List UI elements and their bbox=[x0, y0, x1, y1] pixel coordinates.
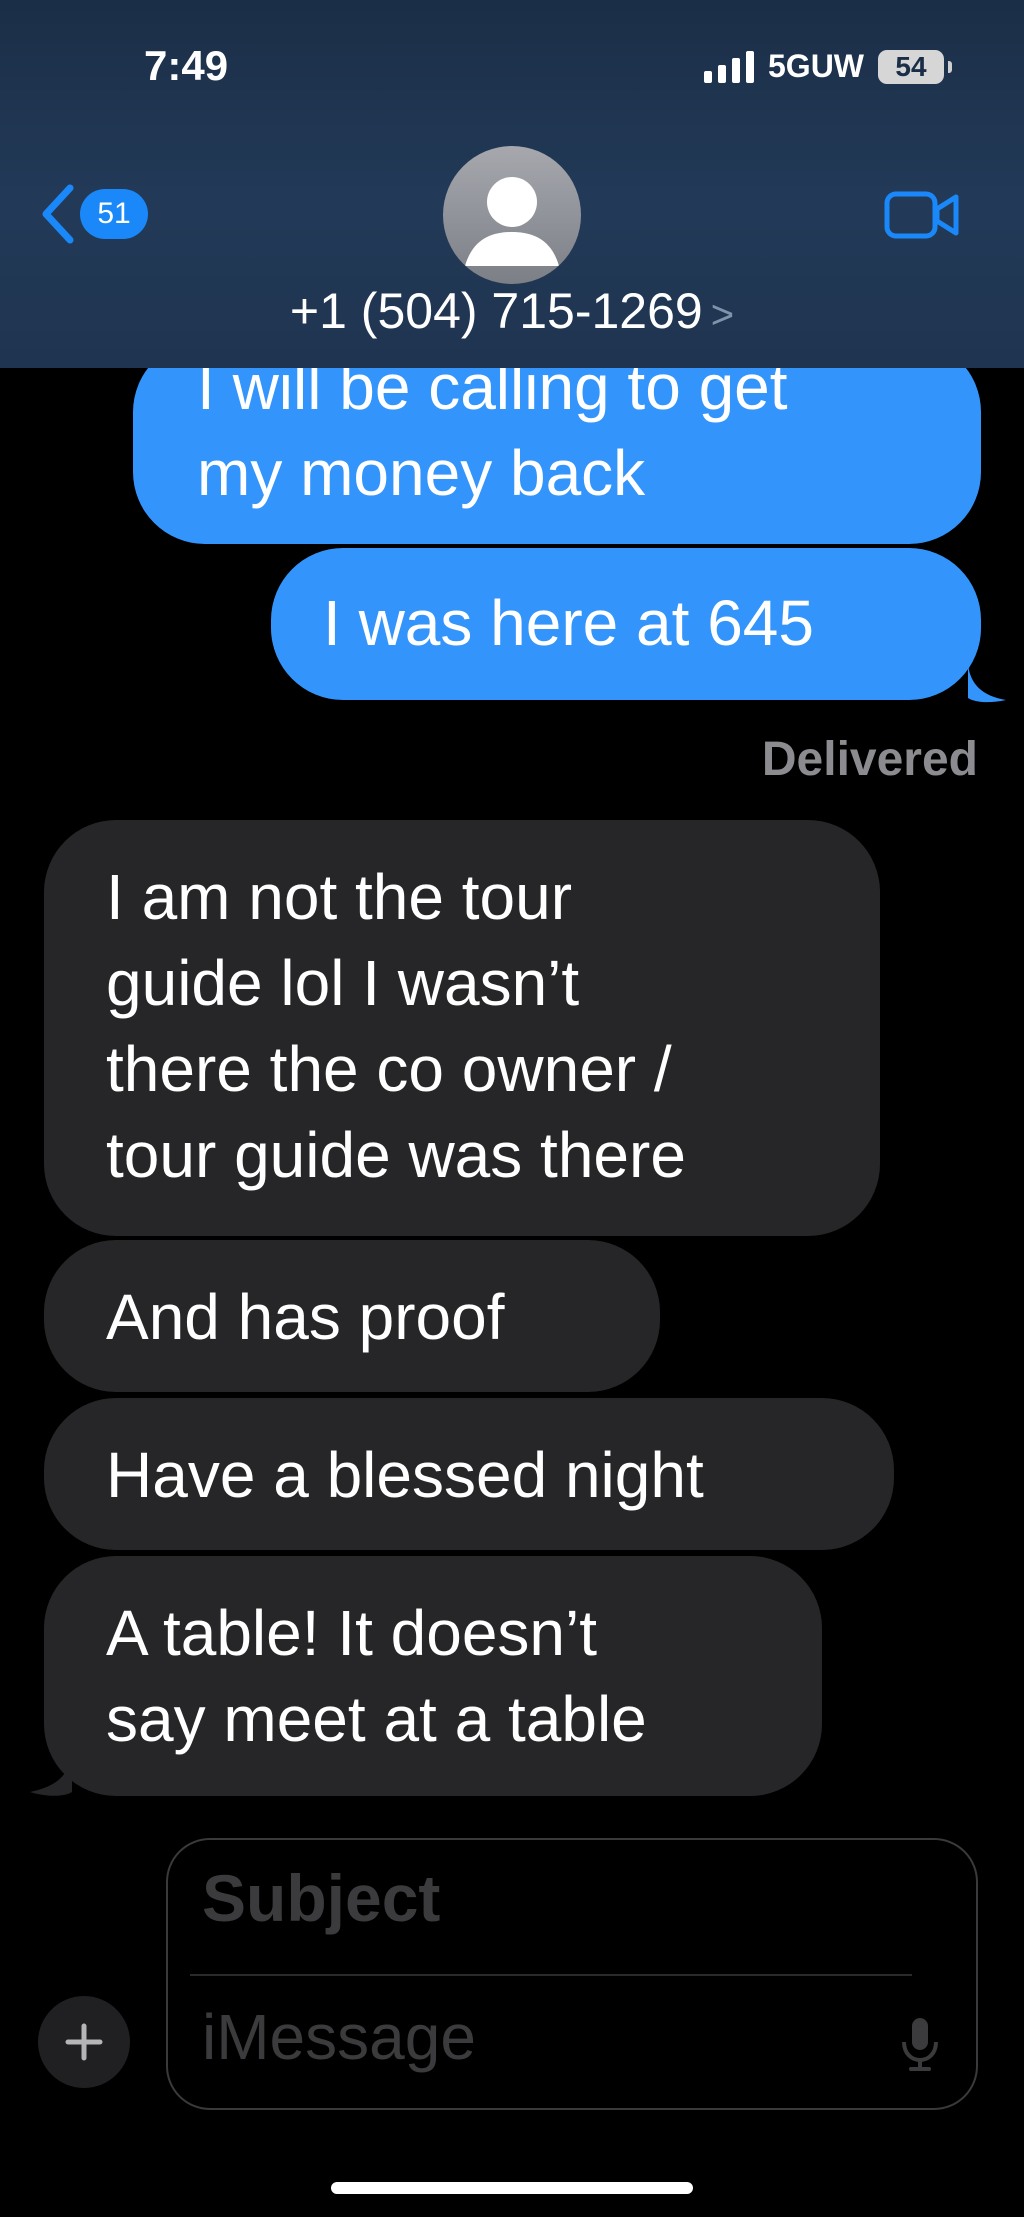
subject-field[interactable]: Subject bbox=[202, 1860, 440, 1936]
message-bubble-incoming[interactable]: A table! It doesn’t say meet at a table bbox=[44, 1556, 822, 1796]
dictation-button[interactable] bbox=[900, 2016, 940, 2077]
battery-level: 54 bbox=[895, 50, 927, 82]
message-line: say meet at a table bbox=[106, 1683, 647, 1755]
message-bubble-incoming[interactable]: Have a blessed night bbox=[44, 1398, 894, 1550]
delivery-status: Delivered bbox=[761, 733, 978, 786]
video-camera-icon bbox=[884, 191, 959, 239]
contact-name: +1 (504) 715-1269 bbox=[289, 283, 703, 339]
message-line: Have a blessed night bbox=[106, 1439, 704, 1511]
battery-icon: 54 bbox=[878, 49, 952, 84]
message-line: And has proof bbox=[106, 1281, 505, 1353]
conversation-header: 7:49 5GUW 54 51 +1 (504) 715-1269 > bbox=[0, 0, 1024, 368]
composer-divider bbox=[190, 1974, 912, 1976]
microphone-icon bbox=[902, 2018, 938, 2071]
status-indicators: 5GUW 54 bbox=[704, 48, 952, 85]
back-chevron-icon bbox=[42, 184, 74, 244]
message-line: I was here at 645 bbox=[323, 587, 814, 659]
status-time: 7:49 bbox=[144, 42, 229, 89]
message-line: A table! It doesn’t bbox=[106, 1597, 597, 1669]
signal-icon bbox=[704, 50, 754, 83]
home-indicator[interactable] bbox=[331, 2182, 693, 2194]
facetime-video-button[interactable] bbox=[884, 190, 960, 245]
back-button[interactable]: 51 bbox=[40, 184, 148, 244]
message-bubble-outgoing[interactable]: I will be calling to get my money back bbox=[133, 340, 981, 544]
contact-name-button[interactable]: +1 (504) 715-1269 > bbox=[0, 282, 1024, 340]
avatar[interactable] bbox=[443, 146, 581, 284]
message-line: my money back bbox=[197, 437, 646, 509]
plus-icon bbox=[65, 2023, 103, 2061]
message-line: tour guide was there bbox=[106, 1119, 686, 1191]
unread-count-badge: 51 bbox=[80, 189, 148, 239]
message-bubble-incoming[interactable]: And has proof bbox=[44, 1240, 660, 1392]
message-line: guide lol I wasn’t bbox=[106, 947, 580, 1019]
person-icon bbox=[465, 177, 559, 266]
message-bubble-outgoing[interactable]: I was here at 645 bbox=[271, 548, 981, 700]
chevron-right-icon: > bbox=[710, 293, 735, 337]
message-bubble-incoming[interactable]: I am not the tour guide lol I wasn’t the… bbox=[44, 820, 880, 1236]
bubble-tail bbox=[30, 1752, 72, 1796]
message-line: there the co owner / bbox=[106, 1033, 672, 1105]
bubble-tail bbox=[968, 664, 1006, 703]
message-composer[interactable]: Subject iMessage bbox=[166, 1838, 978, 2110]
plus-button[interactable] bbox=[38, 1996, 130, 2088]
network-type: 5GUW bbox=[768, 48, 864, 84]
message-input[interactable]: iMessage bbox=[202, 2000, 476, 2074]
message-line: I am not the tour bbox=[106, 861, 573, 933]
